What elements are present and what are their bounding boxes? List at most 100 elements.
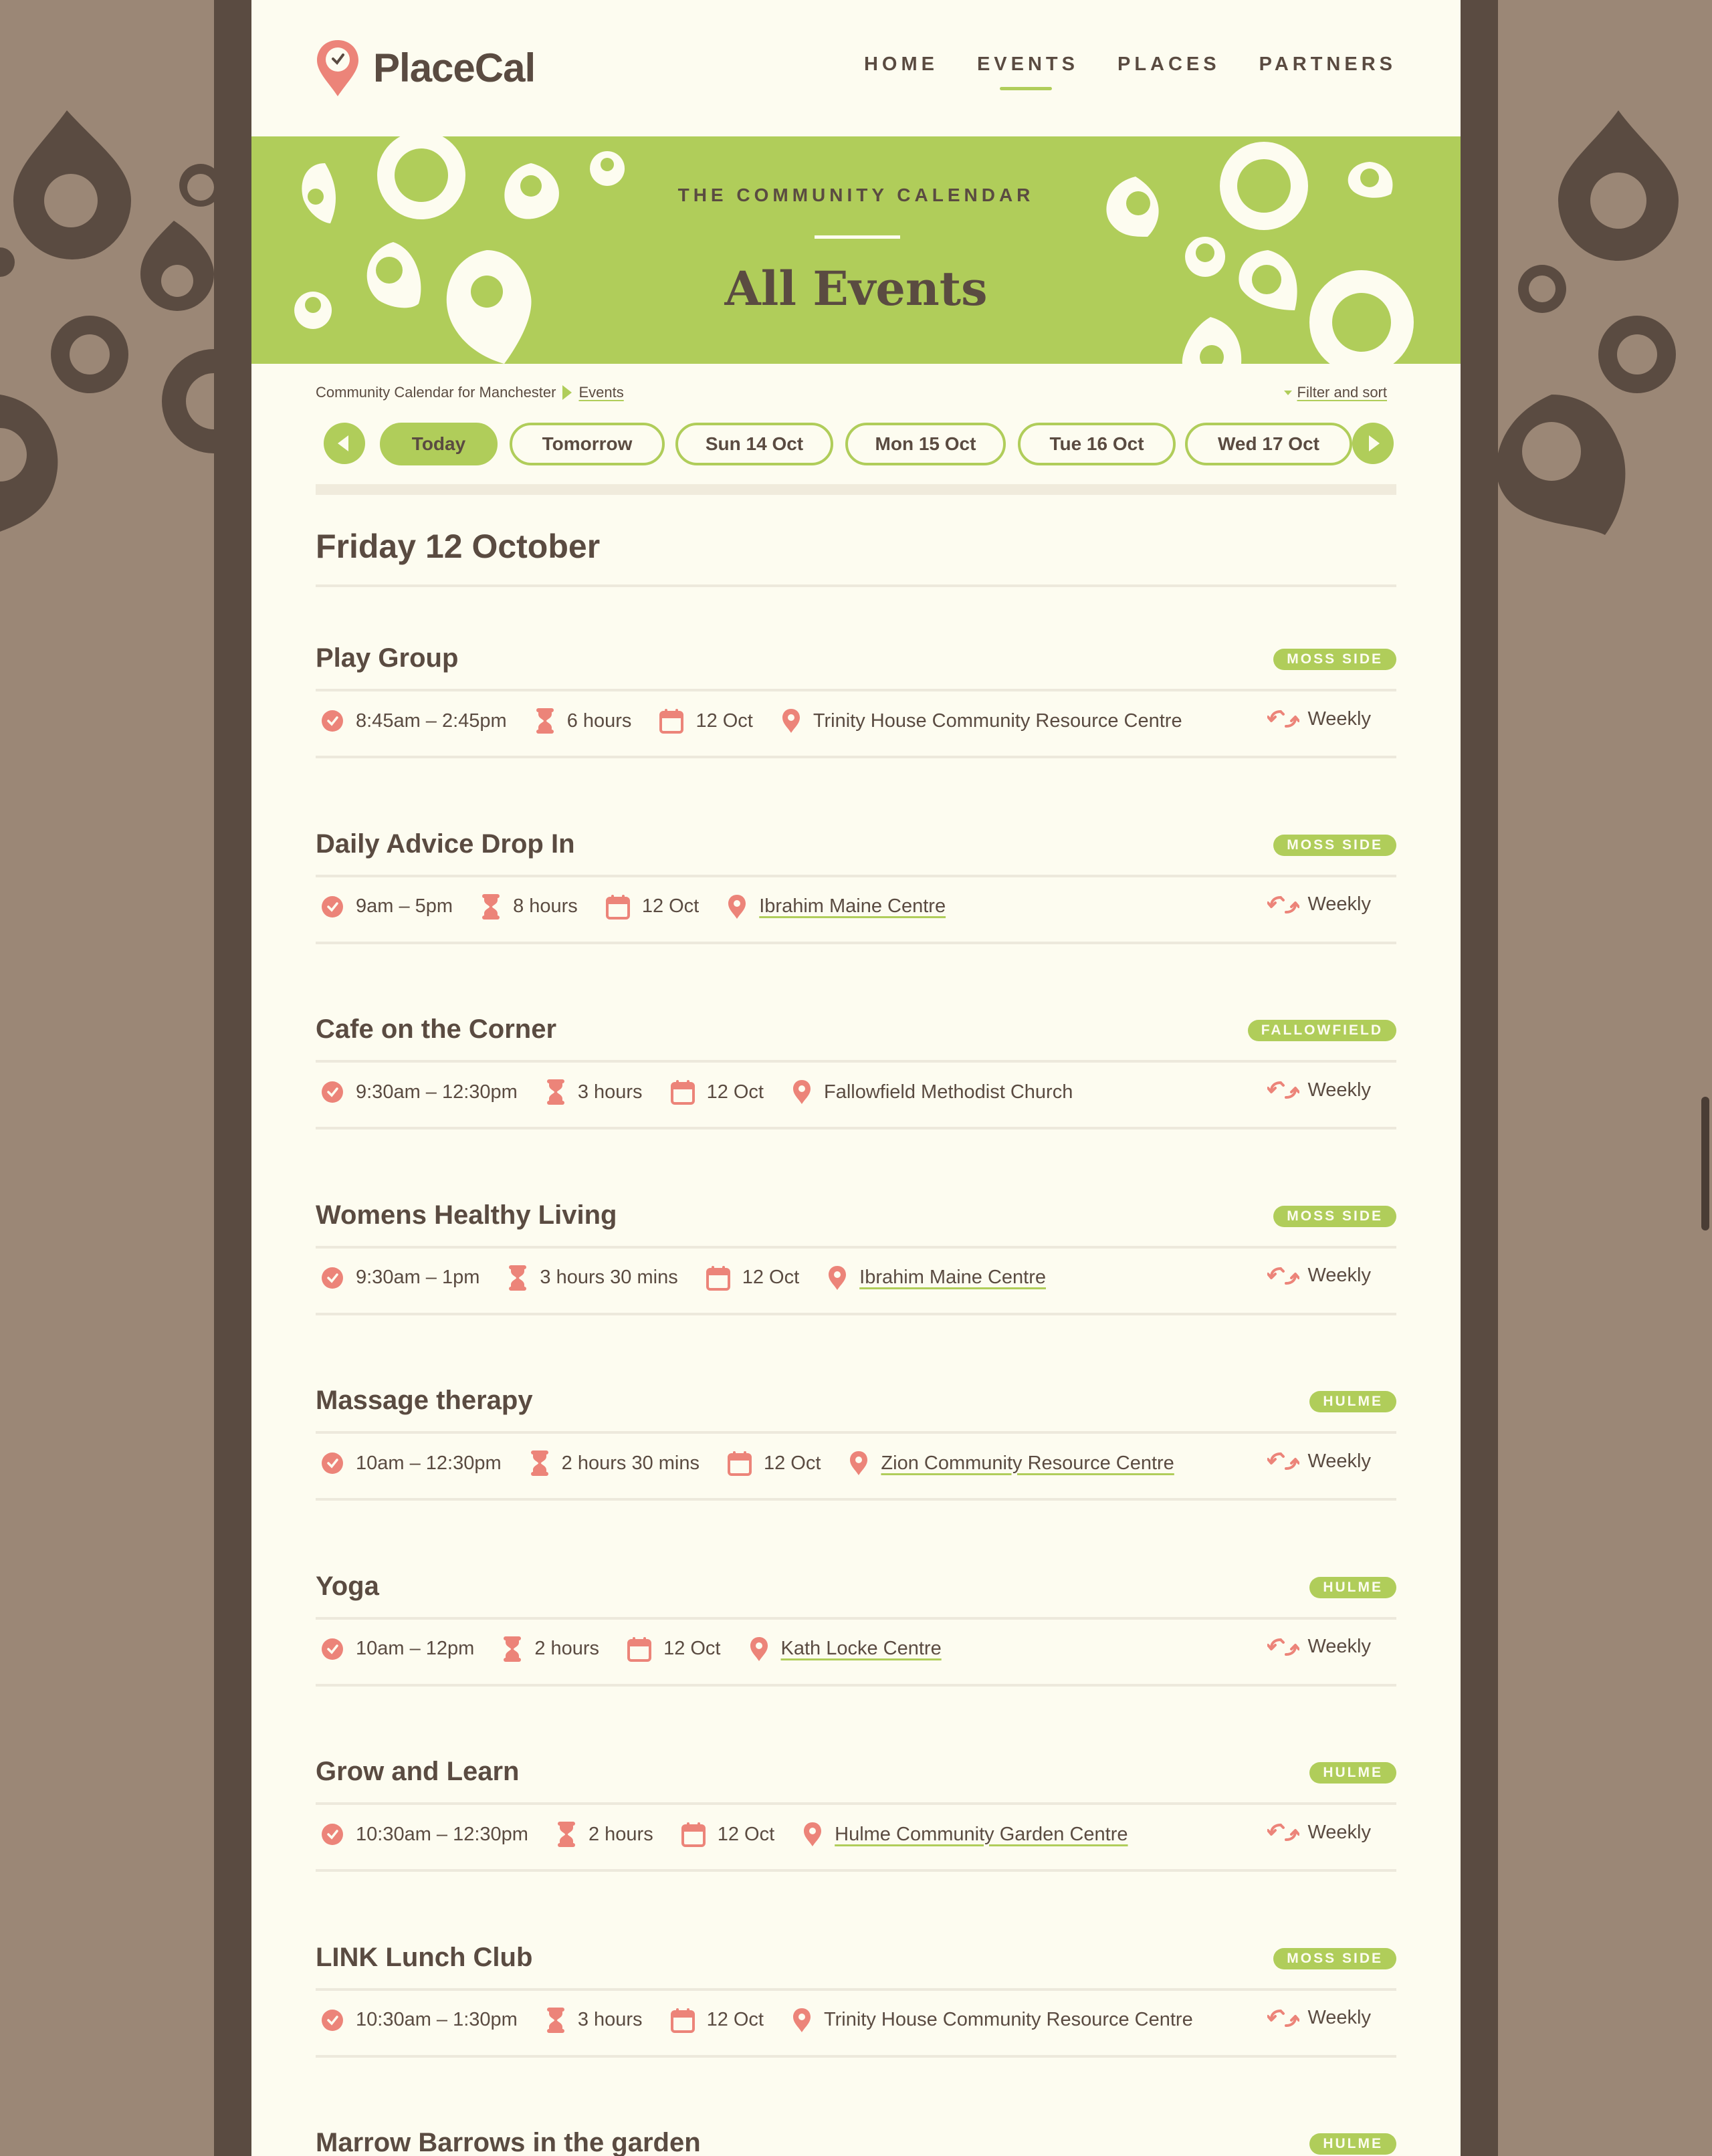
event-meta: 9am – 5pm 8 hours 12 Oct Ibrahim Maine C… — [321, 893, 974, 920]
next-dates-button[interactable] — [1352, 423, 1394, 464]
event-location-text[interactable]: Ibrahim Maine Centre — [859, 1267, 1046, 1289]
nav-events[interactable]: EVENTS — [977, 53, 1079, 90]
prev-dates-button[interactable] — [324, 423, 365, 464]
event-title[interactable]: Massage therapy — [316, 1386, 533, 1416]
event-time-text: 10:30am – 12:30pm — [356, 1823, 528, 1845]
brand-name: PlaceCal — [373, 45, 536, 90]
hourglass-icon — [546, 2007, 564, 2033]
logo[interactable]: PlaceCal — [314, 37, 536, 98]
event-divider-top — [316, 1987, 1396, 1991]
area-tag[interactable]: HULME — [1309, 1391, 1396, 1412]
event-repeat: Weekly — [1267, 1636, 1371, 1658]
main-nav: HOME EVENTS PLACES PARTNERS — [864, 53, 1396, 90]
filter-toggle[interactable]: Filter and sort — [1283, 384, 1388, 401]
event-divider-bottom — [316, 1312, 1396, 1315]
day-divider — [316, 584, 1396, 587]
event-title[interactable]: Daily Advice Drop In — [316, 829, 575, 859]
repeat-icon — [1267, 2009, 1300, 2027]
date-pill-mon[interactable]: Mon 15 Oct — [845, 423, 1006, 465]
hourglass-icon — [482, 893, 500, 920]
event-date-text: 12 Oct — [717, 1823, 775, 1845]
event-repeat: Weekly — [1267, 1079, 1371, 1101]
map-pin-icon — [750, 1636, 768, 1661]
scrollbar-thumb[interactable] — [1701, 1097, 1709, 1230]
event-location: Ibrahim Maine Centre — [727, 893, 946, 920]
event-location-text[interactable]: Hulme Community Garden Centre — [835, 1824, 1128, 1846]
repeat-icon — [1267, 1638, 1300, 1656]
hourglass-icon — [546, 1079, 564, 1105]
hero-kicker: THE COMMUNITY CALENDAR — [677, 185, 1035, 205]
event-divider-top — [316, 1802, 1396, 1805]
area-tag[interactable]: HULME — [1309, 1762, 1396, 1784]
area-tag[interactable]: HULME — [1309, 1576, 1396, 1598]
hero-banner: THE COMMUNITY CALENDAR All Events — [251, 136, 1461, 364]
hero-divider — [815, 235, 900, 239]
hourglass-icon — [530, 1450, 548, 1476]
nav-places[interactable]: PLACES — [1117, 53, 1220, 76]
area-tag[interactable]: MOSS SIDE — [1273, 1205, 1396, 1227]
event-title[interactable]: Play Group — [316, 643, 458, 673]
hourglass-icon — [536, 708, 554, 734]
date-pill-tue[interactable]: Tue 16 Oct — [1018, 423, 1176, 465]
event-time-text: 10:30am – 1:30pm — [356, 2009, 518, 2030]
event-location-text[interactable]: Ibrahim Maine Centre — [759, 895, 946, 918]
event-location-text[interactable]: Kath Locke Centre — [781, 1638, 942, 1660]
date-pill-wed[interactable]: Wed 17 Oct — [1185, 423, 1352, 465]
event-title[interactable]: Womens Healthy Living — [316, 1200, 617, 1230]
clock-icon — [322, 895, 343, 918]
area-tag[interactable]: FALLOWFIELD — [1247, 1020, 1396, 1041]
page-title: All Events — [724, 261, 988, 316]
event-date-text: 12 Oct — [663, 1638, 721, 1659]
event-title[interactable]: Marrow Barrows in the garden — [316, 2128, 701, 2156]
event-divider-bottom — [316, 1869, 1396, 1872]
event-title[interactable]: Cafe on the Corner — [316, 1014, 556, 1045]
event-time: 9:30am – 12:30pm — [321, 1081, 518, 1103]
map-pin-icon — [850, 1451, 868, 1475]
date-pill-tomorrow[interactable]: Tomorrow — [510, 423, 665, 465]
event-location-text: Trinity House Community Resource Centre — [813, 710, 1182, 732]
calendar-icon — [670, 2008, 695, 2033]
area-tag[interactable]: MOSS SIDE — [1273, 649, 1396, 670]
event-location: Kath Locke Centre — [749, 1636, 942, 1662]
left-frame — [214, 0, 251, 2156]
clock-icon — [322, 1638, 343, 1660]
area-tag[interactable]: HULME — [1309, 2133, 1396, 2155]
event-date: 12 Oct — [681, 1822, 774, 1847]
event-date: 12 Oct — [659, 708, 753, 734]
area-tag[interactable]: MOSS SIDE — [1273, 1947, 1396, 1969]
event-date-text: 12 Oct — [641, 895, 700, 917]
date-pill-sun[interactable]: Sun 14 Oct — [675, 423, 833, 465]
event-repeat-text: Weekly — [1307, 1450, 1371, 1472]
chevron-right-icon — [1369, 435, 1380, 451]
event-date: 12 Oct — [627, 1636, 721, 1662]
event-title[interactable]: LINK Lunch Club — [316, 1943, 532, 1973]
event-repeat-text: Weekly — [1307, 708, 1371, 730]
nav-home[interactable]: HOME — [864, 53, 938, 76]
nav-partners[interactable]: PARTNERS — [1259, 53, 1396, 76]
filter-label: Filter and sort — [1297, 384, 1388, 401]
event-repeat: Weekly — [1267, 2007, 1371, 2030]
event-repeat-text: Weekly — [1307, 1636, 1371, 1657]
breadcrumb-current[interactable]: Events — [578, 384, 623, 401]
event-title[interactable]: Yoga — [316, 1572, 379, 1602]
area-tag[interactable]: MOSS SIDE — [1273, 834, 1396, 856]
event-meta: 8:45am – 2:45pm 6 hours 12 Oct Trinity H… — [321, 708, 1210, 734]
event-location-text[interactable]: Zion Community Resource Centre — [881, 1452, 1174, 1475]
event-time: 10:30am – 1:30pm — [321, 2009, 518, 2032]
event-repeat: Weekly — [1267, 1450, 1371, 1473]
event-meta: 10am – 12:30pm 2 hours 30 mins 12 Oct Zi… — [321, 1450, 1202, 1477]
clock-icon — [322, 1824, 343, 1845]
calendar-icon — [605, 894, 630, 920]
chevron-left-icon — [338, 435, 348, 451]
event-duration: 3 hours — [546, 2007, 643, 2034]
event-duration-text: 6 hours — [566, 710, 632, 732]
breadcrumb-arrow-icon — [562, 385, 572, 400]
repeat-icon — [1267, 710, 1300, 728]
breadcrumb-root[interactable]: Community Calendar for Manchester — [316, 384, 556, 401]
map-pin-icon — [804, 1822, 822, 1846]
event-title[interactable]: Grow and Learn — [316, 1757, 520, 1787]
calendar-icon — [659, 709, 684, 734]
event-meta: 9:30am – 12:30pm 3 hours 12 Oct Fallowfi… — [321, 1079, 1101, 1105]
date-pill-today[interactable]: Today — [380, 423, 498, 465]
calendar-icon — [627, 1636, 652, 1662]
